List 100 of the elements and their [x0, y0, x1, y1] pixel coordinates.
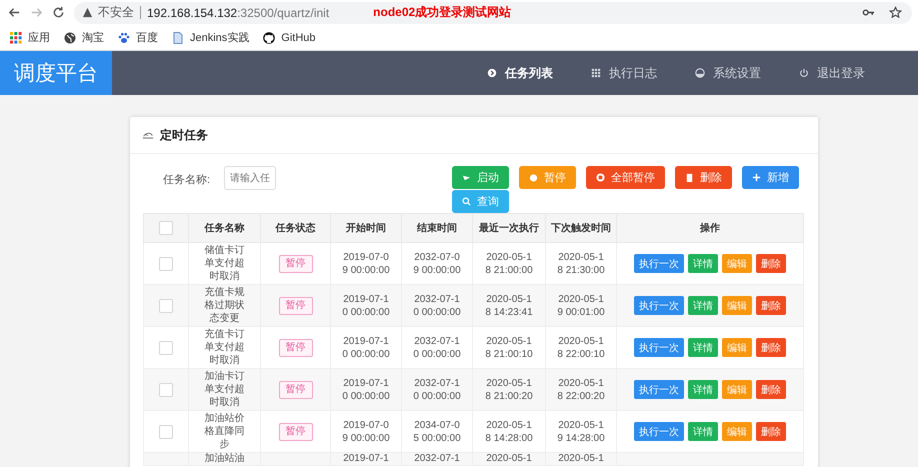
row-checkbox[interactable]: [159, 424, 173, 438]
task-name: 充值卡规格过期状态变更: [204, 286, 246, 325]
edit-button[interactable]: 编辑: [722, 296, 752, 315]
delete-button[interactable]: 删除: [756, 338, 786, 357]
run-button[interactable]: 执行一次: [634, 296, 684, 315]
detail-button[interactable]: 详情: [688, 296, 718, 315]
status-tag: 暂停: [278, 254, 312, 272]
column-header: 最近一次执行: [479, 222, 539, 234]
column-header: 操作: [700, 222, 720, 234]
start-time: 2019-07-10 00:00:00: [341, 376, 391, 402]
next-fire-time: 2020-05-19 14:28:00: [556, 418, 606, 444]
bookmark[interactable]: GitHub: [263, 32, 316, 44]
row-checkbox[interactable]: [159, 382, 173, 396]
next-fire-time: 2020-05-19 00:01:00: [556, 292, 606, 318]
forward-icon[interactable]: [30, 6, 43, 19]
stop-circle-icon: [596, 173, 606, 182]
delete-button[interactable]: 删除: [756, 296, 786, 315]
annotation-text: node02成功登录测试网站: [373, 4, 512, 21]
last-run-time: 2020-05-18 21:00:00: [484, 250, 534, 276]
end-time: 2032-07-10 00:00:00: [412, 292, 462, 318]
end-time: 2032-07-09 00:00:00: [412, 250, 462, 276]
detail-button[interactable]: 详情: [688, 422, 718, 441]
task-name: 加油卡订单支付超时取消: [204, 370, 246, 409]
start-time: 2019-07-09 00:00:00: [341, 418, 391, 444]
run-button[interactable]: 执行一次: [634, 422, 684, 441]
start-time: 2019-07-10 00:00:00: [341, 292, 391, 318]
end-time: 2032-07-10 00:00:00: [412, 376, 462, 402]
select-all-checkbox[interactable]: [159, 221, 173, 235]
edit-button[interactable]: 编辑: [722, 422, 752, 441]
start-button[interactable]: 启动: [452, 166, 510, 189]
edit-button[interactable]: 编辑: [722, 380, 752, 399]
grid-icon: [591, 68, 601, 78]
bookmark[interactable]: Jenkins实践: [172, 30, 250, 45]
detail-button[interactable]: 详情: [688, 380, 718, 399]
task-name-input[interactable]: 请输入任: [224, 166, 276, 190]
run-button[interactable]: 执行一次: [634, 338, 684, 357]
end-time: 2032-07-1: [413, 453, 461, 465]
run-button[interactable]: 执行一次: [634, 380, 684, 399]
back-icon[interactable]: [8, 6, 21, 19]
warning-icon: [82, 7, 93, 18]
status-tag: 暂停: [278, 296, 312, 314]
column-header: 任务名称: [204, 222, 244, 234]
column-header: 结束时间: [417, 222, 457, 234]
nav-item[interactable]: 系统设置: [695, 64, 761, 82]
reload-icon[interactable]: [52, 6, 65, 19]
url-text: 192.168.154.132:32500/quartz/init: [147, 6, 330, 20]
row-checkbox[interactable]: [159, 298, 173, 312]
play-icon: [462, 173, 472, 182]
apps-grid-icon: [10, 32, 22, 44]
task-name: 充值卡订单支付超时取消: [204, 328, 246, 367]
star-icon[interactable]: [889, 6, 902, 19]
pause-all-button[interactable]: 全部暂停: [586, 166, 666, 189]
delete-button[interactable]: 删除: [756, 380, 786, 399]
query-button[interactable]: 查询: [452, 190, 510, 213]
end-time: 2034-07-05 00:00:00: [412, 418, 462, 444]
search-icon: [462, 197, 472, 206]
next-fire-time: 2020-05-18 22:00:20: [556, 376, 606, 402]
add-button[interactable]: 新增: [742, 166, 800, 189]
delete-button[interactable]: 删除: [756, 422, 786, 441]
row-checkbox[interactable]: [159, 340, 173, 354]
address-bar[interactable]: 不安全 192.168.154.132:32500/quartz/init node02成功登录测试网站: [74, 2, 912, 24]
detail-button[interactable]: 详情: [688, 254, 718, 273]
security-label: 不安全: [98, 4, 134, 21]
paw-icon: [118, 32, 130, 44]
delete-button[interactable]: 删除: [756, 254, 786, 273]
power-icon: [799, 68, 809, 78]
globe-icon: [64, 32, 76, 44]
column-header: 任务状态: [276, 222, 316, 234]
nav-item[interactable]: 执行日志: [591, 64, 657, 82]
nav-item[interactable]: 退出登录: [799, 64, 865, 82]
last-run-time: 2020-05-1: [485, 453, 533, 465]
column-header: 开始时间: [346, 222, 386, 234]
start-time: 2019-07-10 00:00:00: [341, 334, 391, 360]
status-tag: 暂停: [278, 380, 312, 398]
task-name: 加油站油: [204, 453, 246, 465]
bookmark[interactable]: 淘宝: [64, 30, 104, 45]
pause-button[interactable]: 暂停: [519, 166, 576, 189]
bookmark[interactable]: 百度: [118, 30, 158, 45]
status-tag: 暂停: [278, 338, 312, 356]
nav-item[interactable]: 任务列表: [487, 64, 553, 82]
page-icon: [172, 32, 184, 44]
cat-logo-icon: [263, 32, 276, 44]
filter-label: 任务名称:: [163, 173, 210, 187]
start-time: 2019-07-09 00:00:00: [341, 250, 391, 276]
card-title: 定时任务: [160, 126, 208, 144]
trash-icon: [685, 173, 694, 182]
column-header: 下次触发时间: [551, 222, 611, 234]
edit-button[interactable]: 编辑: [722, 254, 752, 273]
run-button[interactable]: 执行一次: [634, 254, 684, 273]
status-tag: 暂停: [278, 422, 312, 440]
bookmark[interactable]: 应用: [10, 30, 50, 45]
edit-button[interactable]: 编辑: [722, 338, 752, 357]
app-logo: 调度平台: [0, 51, 112, 95]
task-name: 储值卡订单支付超时取消: [204, 244, 246, 283]
task-name: 加油站价格直降同步: [204, 412, 246, 451]
row-checkbox[interactable]: [159, 256, 173, 270]
detail-button[interactable]: 详情: [688, 338, 718, 357]
delete-button[interactable]: 删除: [675, 166, 732, 189]
start-time: 2019-07-1: [342, 453, 390, 465]
end-time: 2032-07-10 00:00:00: [412, 334, 462, 360]
